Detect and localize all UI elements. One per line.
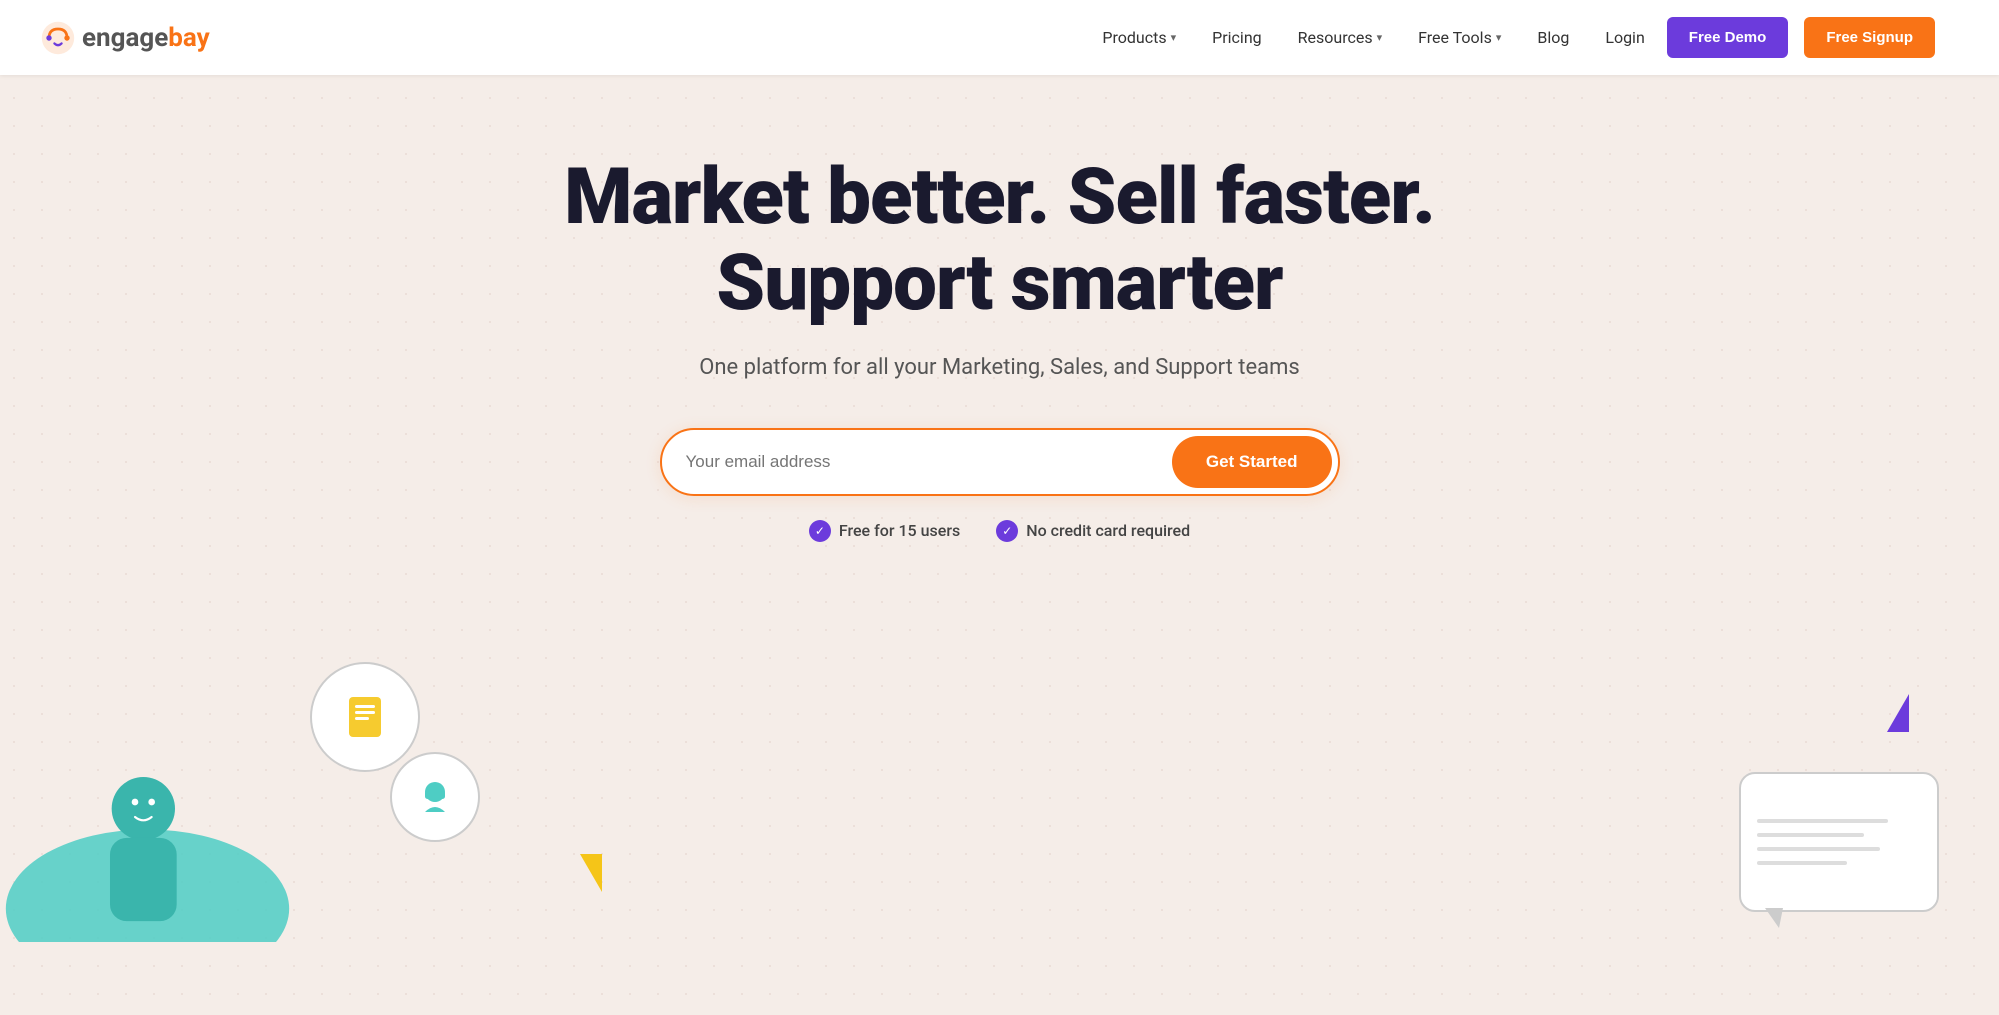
yellow-triangle	[580, 854, 602, 892]
circle-icon-document	[290, 702, 400, 812]
navbar: engagebay Products ▾ Pricing Resources ▾…	[0, 0, 1999, 75]
email-form-wrapper: Get Started	[40, 428, 1959, 496]
chevron-down-icon: ▾	[1377, 31, 1383, 44]
teal-blob	[0, 742, 320, 942]
logo-text-part1: engage	[82, 23, 168, 53]
nav-item-free-tools[interactable]: Free Tools ▾	[1404, 20, 1515, 55]
free-demo-button[interactable]: Free Demo	[1667, 17, 1789, 58]
nav-item-products[interactable]: Products ▾	[1088, 20, 1190, 55]
illustration-area	[0, 642, 1999, 942]
nav-login[interactable]: Login	[1591, 20, 1658, 55]
nav-item-blog[interactable]: Blog	[1523, 20, 1583, 55]
email-input[interactable]	[686, 452, 1172, 472]
nav-item-resources[interactable]: Resources ▾	[1284, 20, 1396, 55]
chevron-down-icon: ▾	[1496, 31, 1502, 44]
illus-right	[1739, 772, 1939, 912]
logo-text-part2: bay	[168, 23, 209, 53]
nav-links: Products ▾ Pricing Resources ▾ Free Tool…	[1088, 17, 1935, 58]
check-icon: ✓	[996, 520, 1018, 542]
nav-item-pricing[interactable]: Pricing	[1198, 20, 1276, 55]
logo[interactable]: engagebay	[40, 20, 210, 56]
check-icon: ✓	[809, 520, 831, 542]
speech-bubble	[1739, 772, 1939, 912]
bubble-line	[1757, 819, 1888, 823]
hero-section: Market better. Sell faster. Support smar…	[0, 75, 1999, 642]
hero-title: Market better. Sell faster. Support smar…	[550, 155, 1450, 327]
purple-triangle	[1887, 694, 1909, 732]
trust-badges: ✓ Free for 15 users ✓ No credit card req…	[40, 520, 1959, 542]
logo-icon	[40, 20, 76, 56]
trust-badge-free-users: ✓ Free for 15 users	[809, 520, 960, 542]
trust-badge-no-credit-card: ✓ No credit card required	[996, 520, 1190, 542]
circle-icon-support	[390, 772, 480, 862]
bubble-line	[1757, 847, 1880, 851]
hero-subtitle: One platform for all your Marketing, Sal…	[40, 355, 1959, 380]
get-started-button[interactable]: Get Started	[1172, 436, 1332, 488]
email-form: Get Started	[660, 428, 1340, 496]
bubble-line	[1757, 861, 1847, 865]
bubble-line	[1757, 833, 1864, 837]
free-signup-button[interactable]: Free Signup	[1804, 17, 1935, 58]
chevron-down-icon: ▾	[1171, 31, 1177, 44]
